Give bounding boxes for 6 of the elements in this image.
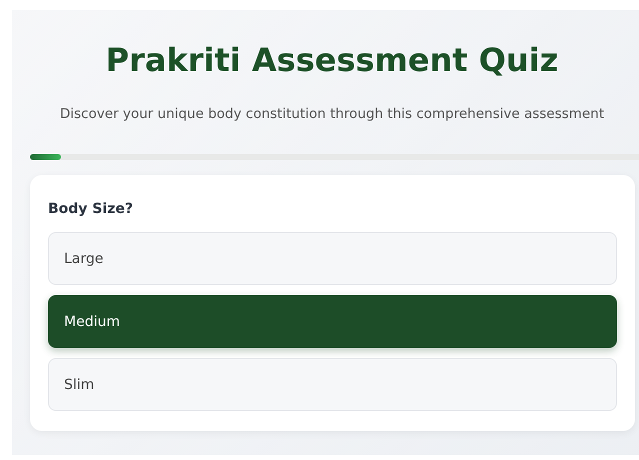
answer-option[interactable]: Medium — [48, 295, 617, 348]
question-text: Body Size? — [48, 201, 134, 217]
quiz-title: Prakriti Assessment Quiz — [104, 40, 560, 81]
answer-option[interactable]: Large — [48, 232, 617, 285]
answer-option[interactable]: Slim — [48, 358, 617, 411]
quiz-subtitle: Discover your unique body constitution through this comprehensive assessment — [58, 105, 606, 123]
